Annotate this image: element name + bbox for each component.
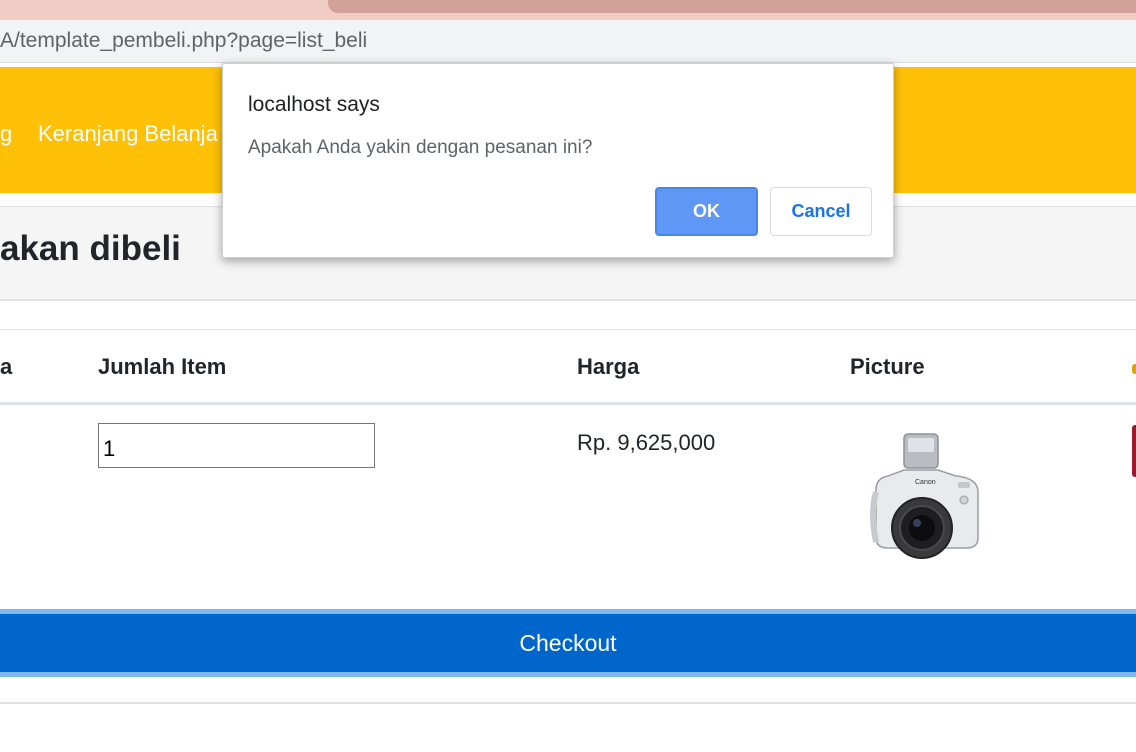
ok-button[interactable]: OK [655,187,758,236]
page-title: akan dibeli [0,229,181,268]
nav-link-shopping-cart[interactable]: Keranjang Belanja [38,121,218,147]
confirm-dialog: localhost says Apakah Anda yakin dengan … [222,63,894,258]
svg-text:Canon: Canon [915,479,936,486]
dialog-title: localhost says [248,93,380,116]
quantity-input[interactable] [98,423,375,468]
table-header-name: a [0,354,13,379]
browser-tab-strip [0,0,1136,20]
table-header-divider [0,402,1136,405]
footer-divider [0,702,1136,704]
browser-active-tab[interactable] [328,0,1136,13]
address-bar[interactable]: A/template_pembeli.php?page=list_beli [0,20,1136,63]
nav-link-previous[interactable]: g [0,121,12,147]
table-header-quantity: Jumlah Item [98,354,227,379]
camera-product-image: Canon [870,433,979,559]
table-header-picture: Picture [850,354,925,379]
price-cell: Rp. 9,625,000 [577,430,716,455]
delete-button-edge[interactable] [1132,425,1136,477]
table-header-extra-edge [1132,364,1136,374]
dialog-message: Apakah Anda yakin dengan pesanan ini? [248,137,593,158]
table-header-price: Harga [577,354,640,379]
cancel-button[interactable]: Cancel [770,187,872,236]
checkout-button[interactable]: Checkout [0,609,1136,677]
table-top-border [0,329,1136,330]
address-bar-url[interactable]: A/template_pembeli.php?page=list_beli [0,29,367,53]
